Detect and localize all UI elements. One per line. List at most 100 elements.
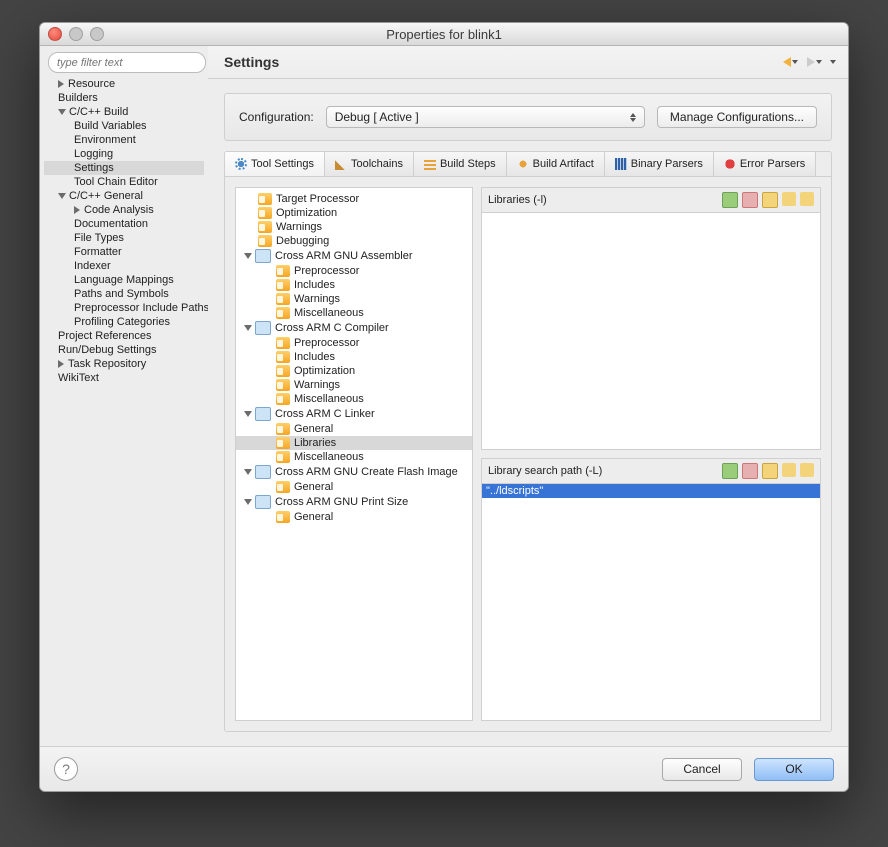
err-icon [724, 158, 736, 170]
settings-tree-item[interactable]: Libraries [236, 436, 472, 450]
edit-icon[interactable] [762, 463, 778, 479]
add-icon[interactable] [722, 463, 738, 479]
settings-tree-item[interactable]: Cross ARM GNU Print Size [236, 494, 472, 510]
window-title: Properties for blink1 [40, 27, 848, 42]
chevron-down-icon [58, 193, 66, 199]
chevron-down-icon [244, 469, 252, 475]
folder-icon [276, 293, 290, 305]
steps-icon [424, 158, 436, 170]
settings-tree-item[interactable]: Cross ARM C Compiler [236, 320, 472, 336]
nav-item[interactable]: Profiling Categories [44, 315, 204, 329]
nav-item[interactable]: Paths and Symbols [44, 287, 204, 301]
settings-tree-item[interactable]: Includes [236, 350, 472, 364]
settings-tree-item[interactable]: Miscellaneous [236, 392, 472, 406]
libraries-list[interactable] [482, 212, 820, 449]
settings-tree-item[interactable]: Miscellaneous [236, 306, 472, 320]
tab-label: Tool Settings [251, 158, 314, 170]
move-up-icon[interactable] [782, 192, 796, 206]
configuration-label: Configuration: [239, 110, 314, 124]
properties-dialog: Properties for blink1 ResourceBuildersC/… [39, 22, 849, 792]
manage-configurations-button[interactable]: Manage Configurations... [657, 106, 817, 128]
nav-item[interactable]: Code Analysis [44, 203, 204, 217]
tool-icon [255, 249, 271, 263]
folder-icon [258, 207, 272, 219]
move-down-icon[interactable] [800, 463, 814, 477]
nav-item[interactable]: Environment [44, 133, 204, 147]
help-button[interactable]: ? [54, 757, 78, 781]
menu-icon[interactable] [830, 60, 836, 64]
nav-item[interactable]: Formatter [44, 245, 204, 259]
nav-item[interactable]: Build Variables [44, 119, 204, 133]
nav-item[interactable]: Preprocessor Include Paths [44, 301, 204, 315]
nav-item[interactable]: C/C++ Build [44, 105, 204, 119]
add-icon[interactable] [722, 192, 738, 208]
tab-label: Binary Parsers [631, 158, 703, 170]
nav-item[interactable]: Run/Debug Settings [44, 343, 204, 357]
tab-label: Toolchains [351, 158, 403, 170]
list-item[interactable]: "../ldscripts" [482, 484, 820, 498]
filter-input[interactable] [48, 52, 206, 73]
tabbar: Tool Settings Toolchains Build StepsBuild … [225, 152, 831, 177]
settings-tree-item[interactable]: General [236, 510, 472, 524]
delete-icon[interactable] [742, 192, 758, 208]
settings-tree[interactable]: Target ProcessorOptimizationWarningsDebu… [235, 187, 473, 721]
cancel-button[interactable]: Cancel [662, 758, 742, 781]
library-path-list[interactable]: "../ldscripts" [482, 483, 820, 720]
nav-item[interactable]: Tool Chain Editor [44, 175, 204, 189]
back-button[interactable] [781, 55, 799, 69]
configuration-select[interactable]: Debug [ Active ] [326, 106, 645, 128]
settings-tree-item[interactable]: Includes [236, 278, 472, 292]
nav-item[interactable]: Task Repository [44, 357, 204, 371]
tab-binary-parsers[interactable]: Binary Parsers [605, 152, 714, 176]
close-icon[interactable] [48, 27, 62, 41]
nav-item[interactable]: Settings [44, 161, 204, 175]
move-up-icon[interactable] [782, 463, 796, 477]
tab-tool-settings[interactable]: Tool Settings [225, 152, 325, 176]
delete-icon[interactable] [742, 463, 758, 479]
nav-item[interactable]: Builders [44, 91, 204, 105]
nav-item[interactable]: WikiText [44, 371, 204, 385]
chevron-right-icon [58, 360, 64, 368]
folder-icon [276, 365, 290, 377]
nav-item[interactable]: File Types [44, 231, 204, 245]
settings-tree-item[interactable]: Preprocessor [236, 264, 472, 278]
nav-item[interactable]: C/C++ General [44, 189, 204, 203]
settings-tree-item[interactable]: Preprocessor [236, 336, 472, 350]
folder-icon [258, 221, 272, 233]
edit-icon[interactable] [762, 192, 778, 208]
nav-item[interactable]: Indexer [44, 259, 204, 273]
tab-build-steps[interactable]: Build Steps [414, 152, 507, 176]
folder-icon [276, 393, 290, 405]
library-path-title: Library search path (-L) [488, 465, 602, 477]
folder-icon [276, 265, 290, 277]
tab-error-parsers[interactable]: Error Parsers [714, 152, 816, 176]
nav-item[interactable]: Resource [44, 77, 204, 91]
tab-build-artifact[interactable]: Build Artifact [507, 152, 605, 176]
settings-tree-item[interactable]: Cross ARM GNU Create Flash Image [236, 464, 472, 480]
settings-tree-item[interactable]: Optimization [236, 364, 472, 378]
settings-tree-item[interactable]: Warnings [236, 378, 472, 392]
zoom-icon[interactable] [90, 27, 104, 41]
nav-item[interactable]: Language Mappings [44, 273, 204, 287]
move-down-icon[interactable] [800, 192, 814, 206]
titlebar: Properties for blink1 [40, 23, 848, 46]
settings-tree-item[interactable]: Miscellaneous [236, 450, 472, 464]
settings-tree-item[interactable]: General [236, 422, 472, 436]
chevron-down-icon [244, 411, 252, 417]
nav-item[interactable]: Project References [44, 329, 204, 343]
settings-tree-item[interactable]: Target Processor [236, 192, 472, 206]
nav-item[interactable]: Logging [44, 147, 204, 161]
settings-tree-item[interactable]: General [236, 480, 472, 494]
settings-tree-item[interactable]: Warnings [236, 292, 472, 306]
settings-tree-item[interactable]: Optimization [236, 206, 472, 220]
settings-tree-item[interactable]: Cross ARM C Linker [236, 406, 472, 422]
nav-item[interactable]: Documentation [44, 217, 204, 231]
bin-icon [615, 158, 627, 170]
settings-tree-item[interactable]: Warnings [236, 220, 472, 234]
settings-tree-item[interactable]: Cross ARM GNU Assembler [236, 248, 472, 264]
settings-tree-item[interactable]: Debugging [236, 234, 472, 248]
tab-toolchains[interactable]: Toolchains [325, 152, 414, 176]
ok-button[interactable]: OK [754, 758, 834, 781]
forward-button[interactable] [805, 55, 823, 69]
minimize-icon[interactable] [69, 27, 83, 41]
